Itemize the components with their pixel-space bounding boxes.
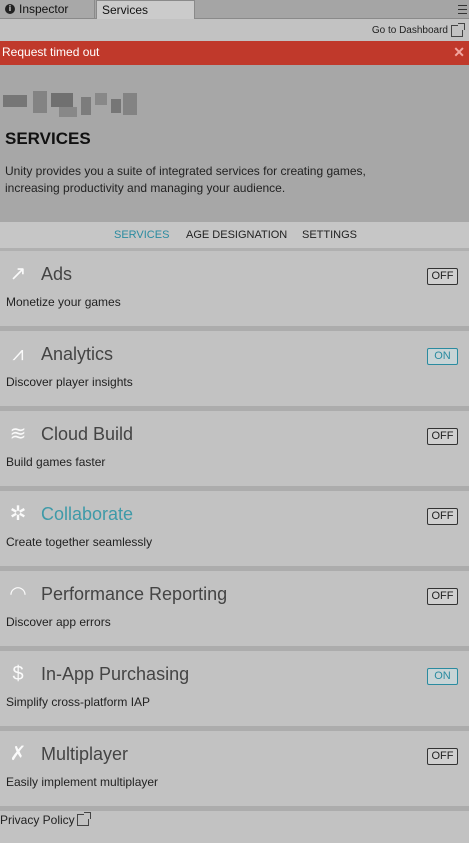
ads-icon: ↗ xyxy=(9,263,27,285)
error-message: Request timed out xyxy=(2,45,100,59)
service-name[interactable]: Analytics xyxy=(41,344,113,365)
service-collaborate[interactable]: ✲ Collaborate Create together seamlessly… xyxy=(0,491,469,571)
tab-inspector[interactable]: i Inspector xyxy=(0,0,95,18)
service-toggle[interactable]: ON xyxy=(427,348,458,365)
window-tab-bar: i Inspector Services xyxy=(0,0,469,19)
dashboard-toolbar: Go to Dashboard xyxy=(0,19,469,41)
service-name[interactable]: Cloud Build xyxy=(41,424,133,445)
go-to-dashboard-link[interactable]: Go to Dashboard xyxy=(372,25,448,36)
nav-age-designation[interactable]: AGE DESIGNATION xyxy=(186,229,287,241)
collaborate-icon: ✲ xyxy=(9,503,27,525)
services-nav: SERVICES AGE DESIGNATION SETTINGS xyxy=(0,222,469,251)
page-description: Unity provides you a suite of integrated… xyxy=(5,164,366,195)
nav-settings[interactable]: SETTINGS xyxy=(302,229,357,241)
service-name[interactable]: Ads xyxy=(41,264,72,285)
performance-reporting-icon: ◠ xyxy=(9,583,27,605)
service-description: Discover app errors xyxy=(6,615,111,629)
in-app-purchasing-icon: $ xyxy=(12,663,24,685)
service-toggle[interactable]: ON xyxy=(427,668,458,685)
info-icon: i xyxy=(5,4,15,14)
error-banner: Request timed out ✕ xyxy=(0,41,469,65)
multiplayer-icon: ✗ xyxy=(9,743,27,765)
service-name[interactable]: Multiplayer xyxy=(41,744,128,765)
unity-logo xyxy=(3,91,137,117)
service-toggle[interactable]: OFF xyxy=(427,588,458,605)
service-multiplayer[interactable]: ✗ Multiplayer Easily implement multiplay… xyxy=(0,731,469,811)
service-description: Monetize your games xyxy=(6,295,121,309)
footer: Privacy Policy xyxy=(0,811,469,843)
service-description: Discover player insights xyxy=(6,375,133,389)
service-ads[interactable]: ↗ Ads Monetize your games OFF xyxy=(0,251,469,331)
service-description: Easily implement multiplayer xyxy=(6,775,159,789)
page-title: SERVICES xyxy=(5,129,91,148)
service-in-app-purchasing[interactable]: $ In-App Purchasing Simplify cross-platf… xyxy=(0,651,469,731)
service-name[interactable]: In-App Purchasing xyxy=(41,664,189,685)
service-toggle[interactable]: OFF xyxy=(427,748,458,765)
service-cloud-build[interactable]: ≋ Cloud Build Build games faster OFF xyxy=(0,411,469,491)
service-name[interactable]: Performance Reporting xyxy=(41,584,227,605)
external-link-icon[interactable] xyxy=(451,23,465,37)
service-description: Create together seamlessly xyxy=(6,535,153,549)
service-performance-reporting[interactable]: ◠ Performance Reporting Discover app err… xyxy=(0,571,469,651)
services-list: ↗ Ads Monetize your games OFF ⩘ Analytic… xyxy=(0,251,469,811)
service-description: Build games faster xyxy=(6,455,106,469)
external-link-icon[interactable] xyxy=(77,812,91,826)
tab-services[interactable]: Services xyxy=(96,0,195,19)
privacy-policy-link[interactable]: Privacy Policy xyxy=(0,813,75,827)
service-toggle[interactable]: OFF xyxy=(427,428,458,445)
tab-services-label: Services xyxy=(102,3,149,17)
service-toggle[interactable]: OFF xyxy=(427,508,458,525)
service-name[interactable]: Collaborate xyxy=(41,504,133,525)
analytics-icon: ⩘ xyxy=(12,343,24,365)
service-analytics[interactable]: ⩘ Analytics Discover player insights ON xyxy=(0,331,469,411)
service-toggle[interactable]: OFF xyxy=(427,268,458,285)
nav-services[interactable]: SERVICES xyxy=(114,229,169,241)
cloud-build-icon: ≋ xyxy=(9,423,27,445)
services-header: SERVICES Unity provides you a suite of i… xyxy=(0,65,469,222)
tab-inspector-label: Inspector xyxy=(19,2,69,16)
service-description: Simplify cross-platform IAP xyxy=(6,695,151,709)
close-icon[interactable]: ✕ xyxy=(453,44,465,61)
tab-menu-icon[interactable] xyxy=(455,4,467,16)
